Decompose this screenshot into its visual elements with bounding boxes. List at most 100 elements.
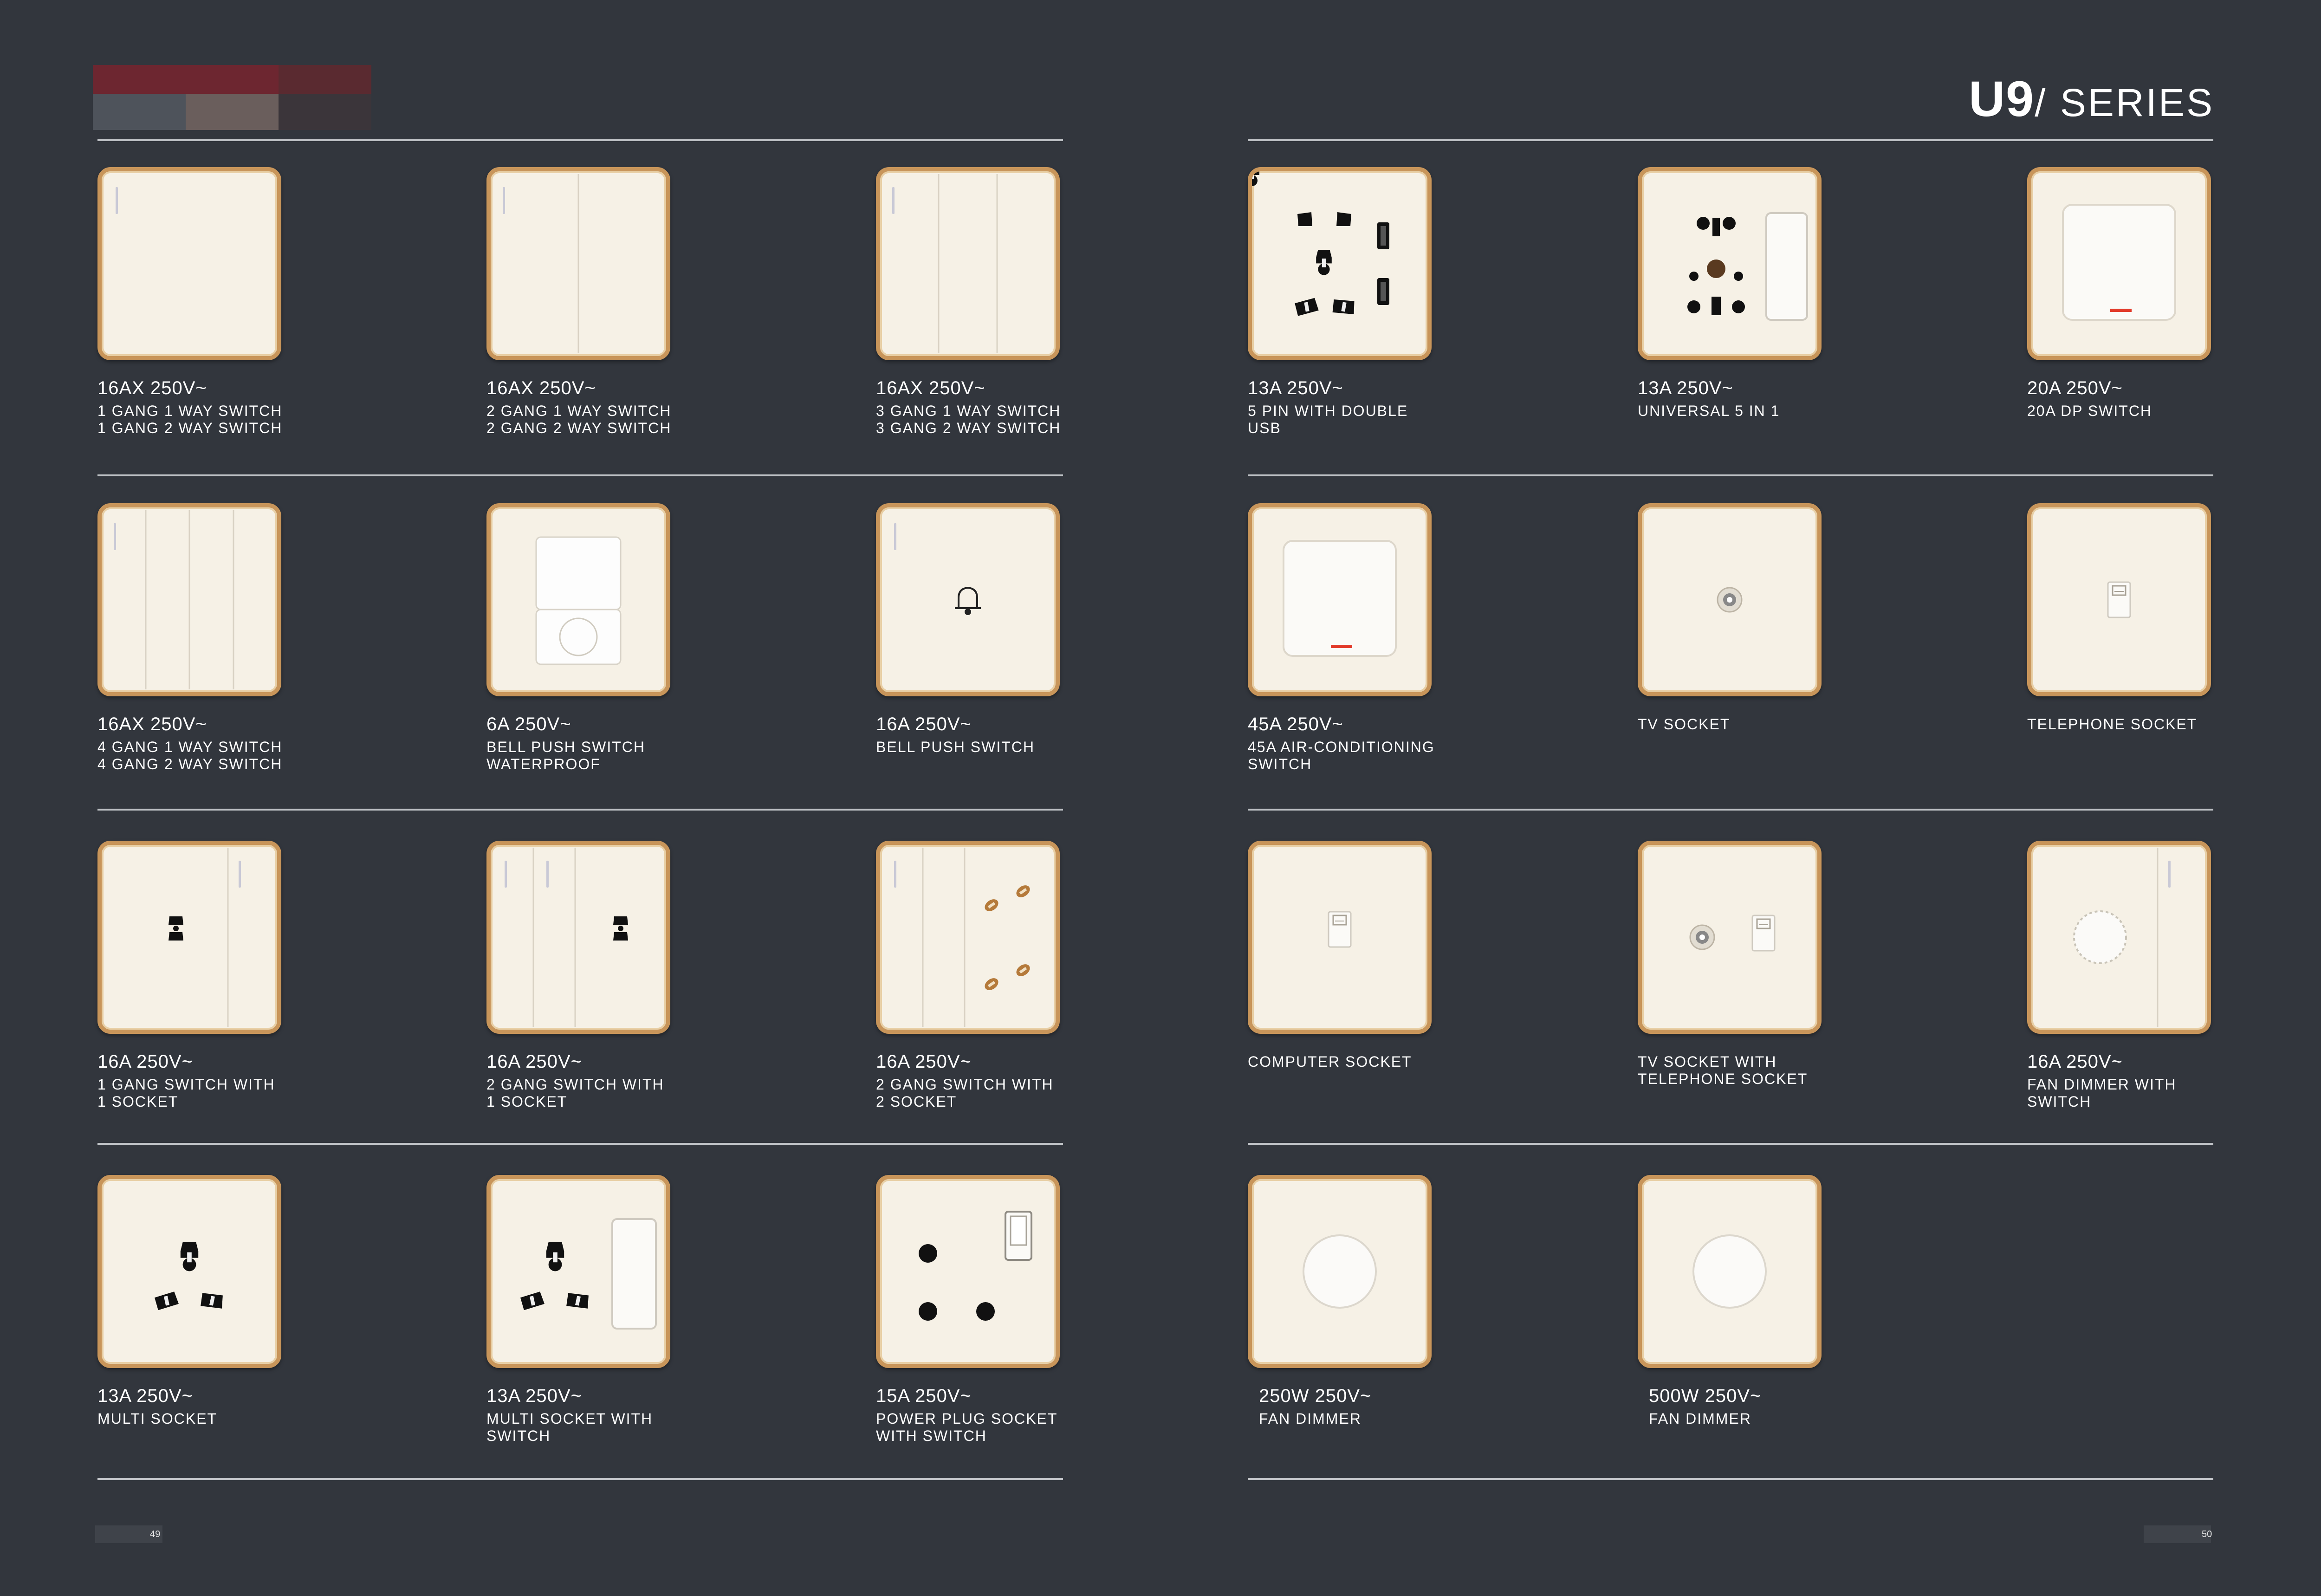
- product-item: 16A 250V~ 2 GANG SWITCH WITH 2 SOCKET: [876, 841, 1164, 1129]
- product-desc-line1: UNIVERSAL 5 IN 1: [1638, 402, 1780, 419]
- product-desc-line2: SWITCH: [2027, 1093, 2092, 1110]
- section-rule: [1248, 1143, 2213, 1145]
- product-item: TV SOCKET: [1638, 503, 1926, 791]
- product-item: 500W 250V~ FAN DIMMER: [1638, 1175, 1926, 1463]
- swatch: [279, 94, 371, 130]
- switch-plate-icon: [97, 841, 281, 1034]
- product-spec: 13A 250V~: [1638, 378, 1733, 398]
- product-item: 16AX 250V~ 4 GANG 1 WAY SWITCH 4 GANG 2 WA…: [97, 503, 385, 791]
- switch-plate-icon: [876, 841, 1060, 1034]
- product-spec: 13A 250V~: [97, 1386, 193, 1406]
- product-desc-line1: BELL PUSH SWITCH: [876, 739, 1035, 755]
- product-desc-line2: 2 GANG 2 WAY SWITCH: [486, 420, 672, 436]
- product-item: 16AX 250V~ 1 GANG 1 WAY SWITCH 1 GANG 2 WA…: [97, 167, 385, 455]
- product-spec: 500W 250V~: [1649, 1386, 1762, 1406]
- product-desc-line2: USB: [1248, 420, 1281, 436]
- switch-plate-icon: [1248, 503, 1432, 696]
- product-desc-line1: BELL PUSH SWITCH: [486, 739, 645, 755]
- switch-plate-icon: [1638, 167, 1822, 360]
- swatch: [186, 94, 279, 130]
- product-desc-line1: 5 PIN WITH DOUBLE: [1248, 402, 1408, 419]
- product-desc-line2: 4 GANG 2 WAY SWITCH: [97, 756, 283, 772]
- product-desc-line1: 20A DP SWITCH: [2027, 402, 2152, 419]
- product-desc-line2: WITH SWITCH: [876, 1427, 987, 1444]
- product-desc-line1: 2 GANG SWITCH WITH: [486, 1076, 664, 1093]
- product-desc-line2: SWITCH: [486, 1427, 551, 1444]
- switch-plate-icon: [97, 1175, 281, 1368]
- product-item: 13A 250V~ UNIVERSAL 5 IN 1: [1638, 167, 1926, 455]
- product-desc-line1: FAN DIMMER: [1649, 1410, 1751, 1427]
- page-number: 49: [150, 1529, 161, 1539]
- series-main: U9: [1969, 71, 2035, 127]
- product-desc-line1: TV SOCKET WITH: [1638, 1053, 1777, 1070]
- switch-plate-icon: [486, 503, 670, 696]
- product-spec: 15A 250V~: [876, 1386, 972, 1406]
- product-spec: 45A 250V~: [1248, 714, 1343, 734]
- product-spec: 16A 250V~: [876, 1051, 972, 1072]
- color-swatches: [93, 65, 371, 130]
- product-spec: 13A 250V~: [486, 1386, 582, 1406]
- switch-plate-icon: [2027, 503, 2211, 696]
- swatch: [279, 65, 371, 94]
- product-item: 13A 250V~ 5 PIN WITH DOUBLE USB: [1248, 167, 1536, 455]
- switch-plate-icon: [486, 841, 670, 1034]
- product-desc-line1: TELEPHONE SOCKET: [2027, 716, 2198, 733]
- section-rule: [97, 1478, 1063, 1480]
- product-spec: 6A 250V~: [486, 714, 571, 734]
- switch-plate-icon: [1638, 841, 1822, 1034]
- series-rest: / SERIES: [2035, 81, 2214, 124]
- product-item: TV SOCKET WITH TELEPHONE SOCKET: [1638, 841, 1926, 1129]
- product-desc-line1: 2 GANG 1 WAY SWITCH: [486, 402, 672, 419]
- product-item: 15A 250V~ POWER PLUG SOCKET WITH SWITCH: [876, 1175, 1164, 1463]
- product-spec: 16AX 250V~: [97, 714, 207, 734]
- product-desc-line1: MULTI SOCKET WITH: [486, 1410, 653, 1427]
- product-item: TELEPHONE SOCKET: [2027, 503, 2315, 791]
- section-rule: [97, 809, 1063, 811]
- switch-plate-icon: [486, 1175, 670, 1368]
- product-spec: 16A 250V~: [97, 1051, 193, 1072]
- product-desc-line2: 3 GANG 2 WAY SWITCH: [876, 420, 1061, 436]
- product-desc-line1: 3 GANG 1 WAY SWITCH: [876, 402, 1061, 419]
- switch-plate-icon: [1638, 1175, 1822, 1368]
- switch-plate-icon: [2027, 841, 2211, 1034]
- page-number-left: 49: [95, 1525, 162, 1543]
- product-desc-line1: 2 GANG SWITCH WITH: [876, 1076, 1054, 1093]
- product-spec: 16A 250V~: [2027, 1051, 2123, 1072]
- product-desc-line1: MULTI SOCKET: [97, 1410, 218, 1427]
- product-desc-line2: WATERPROOF: [486, 756, 601, 772]
- section-rule: [97, 139, 1063, 141]
- product-spec: 16AX 250V~: [97, 378, 207, 398]
- switch-plate-icon: [486, 167, 670, 360]
- switch-plate-icon: [876, 167, 1060, 360]
- product-desc-line1: POWER PLUG SOCKET: [876, 1410, 1058, 1427]
- product-item: COMPUTER SOCKET: [1248, 841, 1536, 1129]
- product-desc-line2: 2 SOCKET: [876, 1093, 957, 1110]
- switch-plate-icon: [1248, 1175, 1432, 1368]
- product-desc-line2: 1 SOCKET: [486, 1093, 568, 1110]
- product-desc-line1: FAN DIMMER WITH: [2027, 1076, 2177, 1093]
- product-spec: 16A 250V~: [486, 1051, 582, 1072]
- product-item: 45A 250V~ 45A AIR-CONDITIONING SWITCH: [1248, 503, 1536, 791]
- product-desc-line2: 1 GANG 2 WAY SWITCH: [97, 420, 283, 436]
- product-item: 16A 250V~ BELL PUSH SWITCH: [876, 503, 1164, 791]
- switch-plate-icon: [1248, 167, 1432, 360]
- product-item: 16A 250V~ 2 GANG SWITCH WITH 1 SOCKET: [486, 841, 774, 1129]
- switch-plate-icon: [1638, 503, 1822, 696]
- swatch: [93, 65, 186, 94]
- product-item: 16A 250V~ FAN DIMMER WITH SWITCH: [2027, 841, 2315, 1129]
- product-item: 16A 250V~ 1 GANG SWITCH WITH 1 SOCKET: [97, 841, 385, 1129]
- series-title: U9/ SERIES: [1969, 70, 2214, 128]
- product-desc-line1: 4 GANG 1 WAY SWITCH: [97, 739, 283, 755]
- product-desc-line1: COMPUTER SOCKET: [1248, 1053, 1412, 1070]
- switch-plate-icon: [876, 1175, 1060, 1368]
- product-desc-line2: TELEPHONE SOCKET: [1638, 1070, 1808, 1087]
- catalog-spread: U9/ SERIES 16AX 250V~ 1 GANG 1 WAY SWITCH…: [0, 0, 2321, 1596]
- product-spec: 13A 250V~: [1248, 378, 1343, 398]
- section-rule: [1248, 474, 2213, 476]
- product-desc-line1: FAN DIMMER: [1259, 1410, 1361, 1427]
- switch-plate-icon: [97, 167, 281, 360]
- product-spec: 16AX 250V~: [486, 378, 596, 398]
- product-item: 250W 250V~ FAN DIMMER: [1248, 1175, 1536, 1463]
- product-item: 16AX 250V~ 3 GANG 1 WAY SWITCH 3 GANG 2 WA…: [876, 167, 1164, 455]
- switch-plate-icon: [876, 503, 1060, 696]
